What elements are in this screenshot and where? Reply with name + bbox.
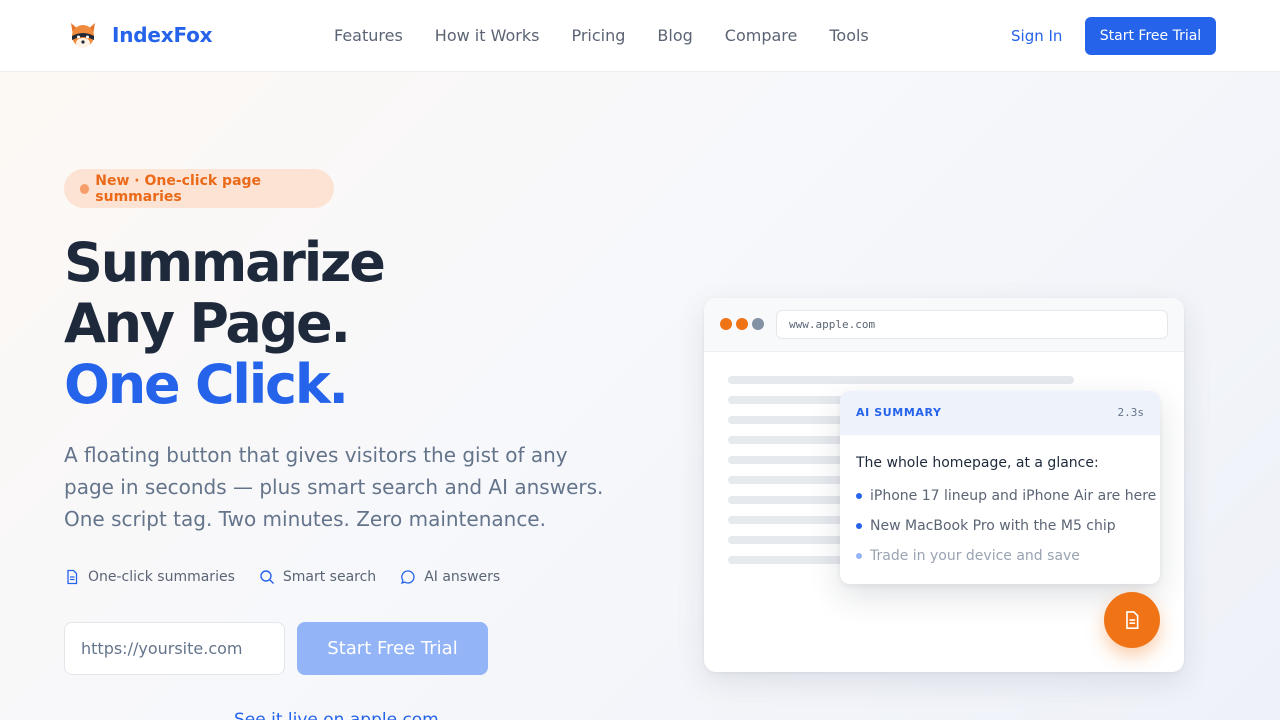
- document-icon: [1126, 611, 1139, 629]
- placeholder-line: [728, 416, 848, 424]
- summary-bullet: Trade in your device and save: [856, 548, 1080, 564]
- summary-time: 2.3s: [1117, 406, 1145, 419]
- feature-answers: AI answers: [400, 569, 500, 585]
- nav-link-how-it-works[interactable]: How it Works: [435, 26, 540, 45]
- nav-link-compare[interactable]: Compare: [725, 26, 798, 45]
- placeholder-line: [728, 496, 848, 504]
- nav-link-pricing[interactable]: Pricing: [571, 26, 625, 45]
- summary-label: AI SUMMARY: [856, 406, 942, 419]
- placeholder-line: [728, 476, 848, 484]
- search-icon: [260, 570, 274, 584]
- brand[interactable]: IndexFox: [68, 20, 213, 50]
- sign-in-link[interactable]: Sign In: [1011, 27, 1062, 45]
- brand-name: IndexFox: [112, 23, 213, 47]
- feature-label: AI answers: [424, 569, 501, 585]
- bullet-dot: [856, 493, 862, 499]
- bullet-text: Trade in your device and save: [870, 548, 1080, 564]
- feature-label: Smart search: [282, 569, 377, 585]
- bullet-dot: [856, 523, 862, 529]
- feature-search: Smart search: [259, 569, 376, 585]
- window-dot: [720, 318, 732, 330]
- bullet-text: iPhone 17 lineup and iPhone Air are here: [870, 488, 1157, 504]
- summary-title: The whole homepage, at a glance:: [856, 455, 1099, 471]
- top-nav: IndexFox Features How it Works Pricing B…: [0, 0, 1280, 72]
- placeholder-line: [728, 516, 848, 524]
- document-icon: [67, 569, 78, 585]
- bullet-dot: [856, 553, 862, 559]
- nav-links: Features How it Works Pricing Blog Compa…: [334, 26, 901, 45]
- headline-line-3: One Click.: [64, 353, 349, 416]
- badge-dot: [80, 183, 90, 194]
- nav-link-features[interactable]: Features: [334, 26, 403, 45]
- browser-toolbar: www.apple.com: [704, 298, 1184, 352]
- address-bar: www.apple.com: [776, 310, 1168, 339]
- window-dot: [752, 318, 764, 330]
- nav-link-blog[interactable]: Blog: [657, 26, 692, 45]
- placeholder-line: [728, 436, 848, 444]
- site-url-input[interactable]: [64, 622, 285, 675]
- headline-line-2: Any Page.: [64, 292, 351, 355]
- bullet-text: New MacBook Pro with the M5 chip: [870, 518, 1116, 534]
- window-dot: [736, 318, 748, 330]
- feature-label: One-click summaries: [88, 569, 235, 585]
- placeholder-line: [728, 396, 848, 404]
- nav-start-trial-button[interactable]: Start Free Trial: [1085, 17, 1216, 55]
- live-demo-link[interactable]: See it live on apple.com: [234, 710, 439, 720]
- hero-subtext: A floating button that gives visitors th…: [64, 443, 604, 531]
- badge-text: New · One-click page summaries: [95, 172, 262, 205]
- placeholder-line: [728, 556, 848, 564]
- new-feature-badge: New · One-click page summaries: [64, 169, 334, 208]
- nav-link-tools[interactable]: Tools: [829, 26, 868, 45]
- feature-summaries: One-click summaries: [64, 569, 235, 585]
- summary-header: AI SUMMARY 2.3s: [840, 391, 1160, 435]
- ai-summary-card: AI SUMMARY 2.3s The whole homepage, at a…: [840, 391, 1160, 584]
- fox-logo-icon: [71, 23, 95, 48]
- hero-headline: Summarize Any Page. One Click.: [64, 231, 386, 416]
- headline-line-1: Summarize: [64, 231, 386, 294]
- hero-start-trial-button[interactable]: Start Free Trial: [297, 622, 488, 675]
- placeholder-line: [728, 536, 848, 544]
- placeholder-line: [728, 456, 848, 464]
- summarize-fab-button[interactable]: [1104, 592, 1160, 648]
- chat-bubble-icon: [401, 570, 415, 585]
- summary-bullet: iPhone 17 lineup and iPhone Air are here: [856, 488, 1156, 504]
- summary-bullet: New MacBook Pro with the M5 chip: [856, 518, 1116, 534]
- placeholder-line: [728, 376, 1074, 384]
- feature-list: One-click summaries Smart search AI answ…: [64, 569, 524, 585]
